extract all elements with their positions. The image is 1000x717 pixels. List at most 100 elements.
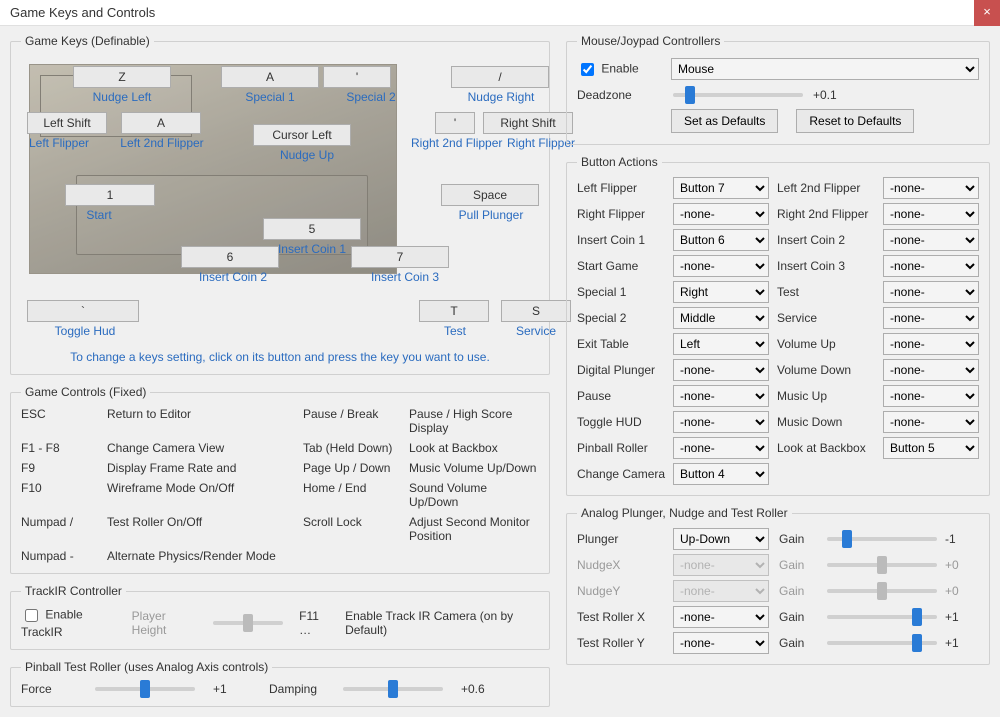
key-service[interactable]: S bbox=[501, 300, 571, 322]
action-select[interactable]: -none- bbox=[673, 255, 769, 277]
gain-label: Gain bbox=[779, 636, 815, 650]
key-right-flipper[interactable]: Right Shift bbox=[483, 112, 573, 134]
key-start[interactable]: 1 bbox=[65, 184, 155, 206]
lbl-test: Test bbox=[437, 324, 473, 338]
device-select[interactable]: Mouse bbox=[671, 58, 979, 80]
set-defaults-button[interactable]: Set as Defaults bbox=[671, 109, 778, 133]
action-select[interactable]: -none- bbox=[883, 177, 979, 199]
action-label: Music Up bbox=[777, 389, 875, 403]
key-right-2nd-flipper[interactable]: ' bbox=[435, 112, 475, 134]
action-label: Right Flipper bbox=[577, 207, 665, 221]
action-label: Music Down bbox=[777, 415, 875, 429]
reset-defaults-button[interactable]: Reset to Defaults bbox=[796, 109, 914, 133]
key-nudge-left[interactable]: Z bbox=[73, 66, 171, 88]
key-left-flipper[interactable]: Left Shift bbox=[27, 112, 107, 134]
force-value: +1 bbox=[213, 682, 253, 696]
trackir-desc: Enable Track IR Camera (on by Default) bbox=[345, 609, 539, 637]
action-label: Insert Coin 3 bbox=[777, 259, 875, 273]
key-left-2nd-flipper[interactable]: A bbox=[121, 112, 201, 134]
analog-label: Test Roller X bbox=[577, 610, 663, 624]
trackir-enable-checkbox[interactable] bbox=[25, 609, 38, 622]
gain-label: Gain bbox=[779, 532, 815, 546]
trackir-enable[interactable]: Enable TrackIR bbox=[21, 606, 118, 639]
action-label: Start Game bbox=[577, 259, 665, 273]
button-actions-group: Button Actions Left FlipperButton 7Left … bbox=[566, 155, 990, 496]
gain-slider[interactable] bbox=[827, 615, 937, 619]
action-select[interactable]: Left bbox=[673, 333, 769, 355]
key-coin2[interactable]: 6 bbox=[181, 246, 279, 268]
player-height-label: Player Height bbox=[132, 609, 197, 637]
action-select[interactable]: Right bbox=[673, 281, 769, 303]
lbl-nudge-right: Nudge Right bbox=[465, 90, 537, 104]
analog-axis-select: -none- bbox=[673, 554, 769, 576]
action-select[interactable]: Button 4 bbox=[673, 463, 769, 485]
action-select[interactable]: Button 5 bbox=[883, 437, 979, 459]
action-select[interactable]: -none- bbox=[673, 203, 769, 225]
action-label: Left Flipper bbox=[577, 181, 665, 195]
analog-axis-select[interactable]: -none- bbox=[673, 632, 769, 654]
trackir-group: TrackIR Controller Enable TrackIR Player… bbox=[10, 584, 550, 650]
action-select[interactable]: -none- bbox=[883, 385, 979, 407]
trackir-legend: TrackIR Controller bbox=[21, 584, 126, 598]
key-nudge-right[interactable]: / bbox=[451, 66, 549, 88]
action-select[interactable]: -none- bbox=[883, 281, 979, 303]
action-select[interactable]: -none- bbox=[883, 359, 979, 381]
gain-value: +1 bbox=[945, 636, 975, 650]
key-toggle-hud[interactable]: ` bbox=[27, 300, 139, 322]
titlebar: Game Keys and Controls × bbox=[0, 0, 1000, 26]
analog-axis-select[interactable]: Up-Down bbox=[673, 528, 769, 550]
damping-slider[interactable] bbox=[343, 687, 443, 691]
analog-legend: Analog Plunger, Nudge and Test Roller bbox=[577, 506, 792, 520]
close-button[interactable]: × bbox=[974, 0, 1000, 26]
gain-value: -1 bbox=[945, 532, 975, 546]
fixed-cell: Sound Volume Up/Down bbox=[409, 481, 539, 509]
player-height-slider bbox=[213, 621, 283, 625]
action-select[interactable]: Button 7 bbox=[673, 177, 769, 199]
deadzone-slider[interactable] bbox=[673, 93, 803, 97]
action-select[interactable]: Middle bbox=[673, 307, 769, 329]
action-label: Exit Table bbox=[577, 337, 665, 351]
key-special2[interactable]: ' bbox=[323, 66, 391, 88]
action-label: Pause bbox=[577, 389, 665, 403]
lbl-plunger: Pull Plunger bbox=[453, 208, 529, 222]
action-select[interactable]: Button 6 bbox=[673, 229, 769, 251]
lbl-left-flipper: Left Flipper bbox=[29, 136, 105, 150]
key-test[interactable]: T bbox=[419, 300, 489, 322]
key-nudge-up[interactable]: Cursor Left bbox=[253, 124, 351, 146]
gain-slider[interactable] bbox=[827, 641, 937, 645]
fixed-cell: Numpad / bbox=[21, 515, 101, 543]
analog-label: NudgeX bbox=[577, 558, 663, 572]
action-select[interactable]: -none- bbox=[673, 359, 769, 381]
fixed-cell: Music Volume Up/Down bbox=[409, 461, 539, 475]
fixed-cell: Alternate Physics/Render Mode bbox=[107, 549, 297, 563]
action-select[interactable]: -none- bbox=[673, 411, 769, 433]
mouse-enable-checkbox[interactable] bbox=[581, 63, 594, 76]
analog-group: Analog Plunger, Nudge and Test Roller Pl… bbox=[566, 506, 990, 665]
key-coin3[interactable]: 7 bbox=[351, 246, 449, 268]
action-select[interactable]: -none- bbox=[883, 411, 979, 433]
action-label: Insert Coin 2 bbox=[777, 233, 875, 247]
gain-slider[interactable] bbox=[827, 537, 937, 541]
key-coin1[interactable]: 5 bbox=[263, 218, 361, 240]
force-slider[interactable] bbox=[95, 687, 195, 691]
gain-value: +0 bbox=[945, 584, 975, 598]
action-select[interactable]: -none- bbox=[883, 255, 979, 277]
action-select[interactable]: -none- bbox=[883, 229, 979, 251]
key-special1[interactable]: A bbox=[221, 66, 319, 88]
fixed-cell: Look at Backbox bbox=[409, 441, 539, 455]
analog-axis-select: -none- bbox=[673, 580, 769, 602]
action-select[interactable]: -none- bbox=[883, 307, 979, 329]
game-keys-legend: Game Keys (Definable) bbox=[21, 34, 154, 48]
fixed-controls-legend: Game Controls (Fixed) bbox=[21, 385, 150, 399]
key-plunger[interactable]: Space bbox=[441, 184, 539, 206]
mouse-enable[interactable]: Enable bbox=[577, 60, 663, 79]
action-select[interactable]: -none- bbox=[673, 437, 769, 459]
action-label: Special 1 bbox=[577, 285, 665, 299]
action-label: Right 2nd Flipper bbox=[777, 207, 875, 221]
action-label: Digital Plunger bbox=[577, 363, 665, 377]
lbl-special1: Special 1 bbox=[235, 90, 305, 104]
action-select[interactable]: -none- bbox=[883, 333, 979, 355]
action-select[interactable]: -none- bbox=[883, 203, 979, 225]
analog-axis-select[interactable]: -none- bbox=[673, 606, 769, 628]
action-select[interactable]: -none- bbox=[673, 385, 769, 407]
